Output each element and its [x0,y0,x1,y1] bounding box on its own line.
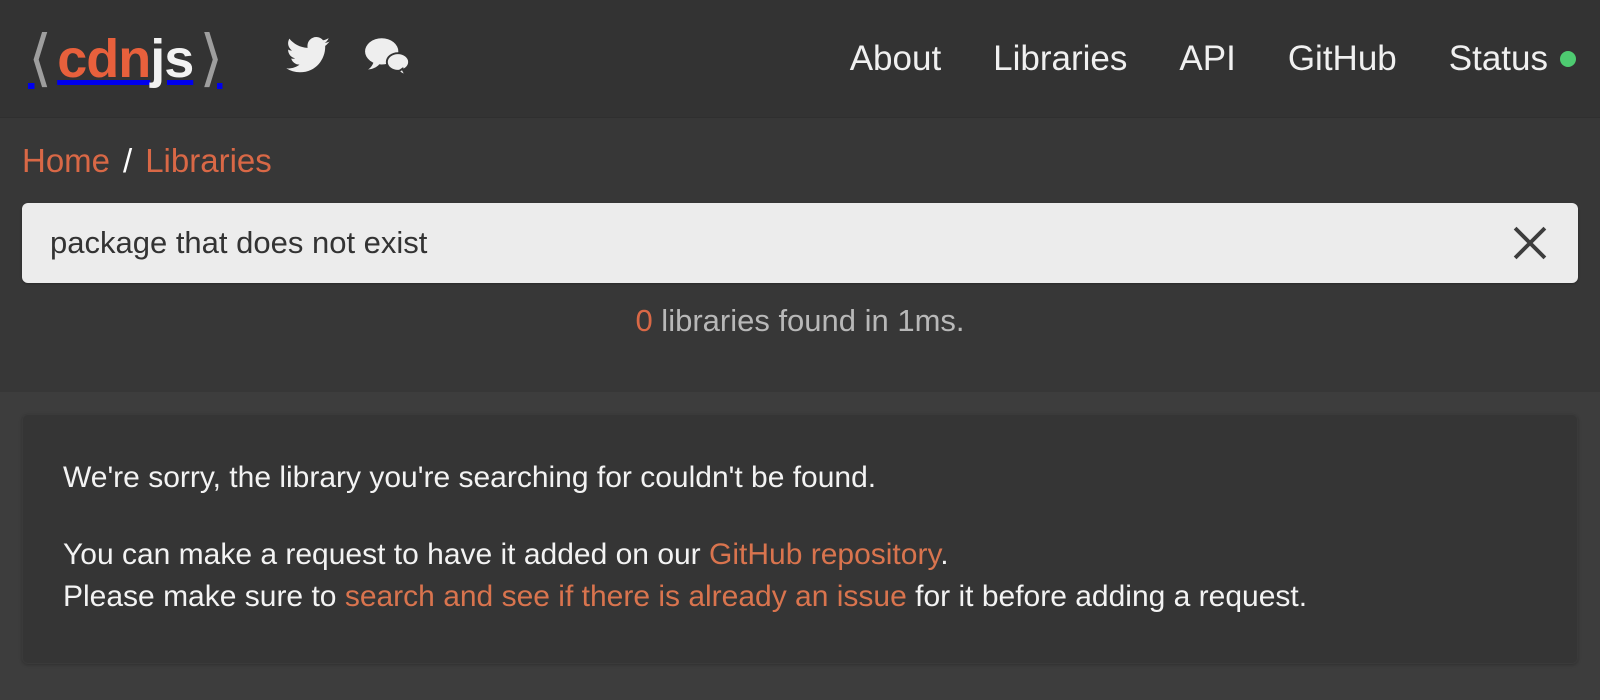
logo-text-js: js [150,28,194,89]
results-count: 0 [635,303,653,338]
breadcrumb: Home / Libraries [22,118,1578,177]
github-repository-link[interactable]: GitHub repository [709,538,940,571]
comments-link[interactable] [364,36,411,81]
nav-item-libraries[interactable]: Libraries [993,41,1127,76]
search-box[interactable] [22,203,1578,283]
clear-search-button[interactable] [1504,217,1556,269]
breadcrumb-item-libraries[interactable]: Libraries [145,144,272,177]
search-results-summary: 0 libraries found in 1ms. [22,305,1578,336]
breadcrumb-item-home[interactable]: Home [22,144,110,177]
issue-text-prefix: Please make sure to [63,579,345,613]
search-section: Home / Libraries 0 libraries found in 1m… [0,118,1600,392]
nav-item-api[interactable]: API [1179,41,1235,76]
logo-bracket-right-icon: ⟩ [199,23,223,93]
content-area: We're sorry, the library you're searchin… [0,392,1600,665]
search-input[interactable] [50,225,1504,261]
logo-text-cdn: cdn [57,28,151,89]
nav-item-github[interactable]: GitHub [1288,41,1397,76]
request-text-prefix: You can make a request to have it added … [63,538,710,572]
twitter-icon [286,37,331,73]
close-icon [1513,226,1547,260]
social-icons [286,36,411,81]
results-text: libraries found in 1ms. [652,303,965,338]
comments-icon [365,38,411,76]
site-header: ⟨ cdn js ⟩ About Libraries API GitHub St… [0,0,1600,118]
no-results-issue-text: Please make sure to search and see if th… [63,576,1537,617]
brand-group: ⟨ cdn js ⟩ [22,23,411,93]
twitter-link[interactable] [286,37,331,80]
status-label: Status [1448,39,1548,78]
nav-item-status[interactable]: Status [1449,41,1576,76]
status-indicator-dot [1560,50,1576,67]
request-text-suffix: . [940,538,949,572]
breadcrumb-separator: / [123,142,133,179]
nav-item-about[interactable]: About [850,41,941,76]
cdnjs-logo[interactable]: ⟨ cdn js ⟩ [22,23,228,93]
search-issues-link[interactable]: search and see if there is already an is… [345,580,907,613]
no-results-panel: We're sorry, the library you're searchin… [22,414,1578,665]
no-results-request-text: You can make a request to have it added … [63,534,1537,575]
no-results-heading: We're sorry, the library you're searchin… [63,461,877,494]
logo-bracket-left-icon: ⟨ [28,23,52,93]
issue-text-suffix: for it before adding a request. [906,579,1308,613]
main-navigation: About Libraries API GitHub Status [850,41,1576,76]
